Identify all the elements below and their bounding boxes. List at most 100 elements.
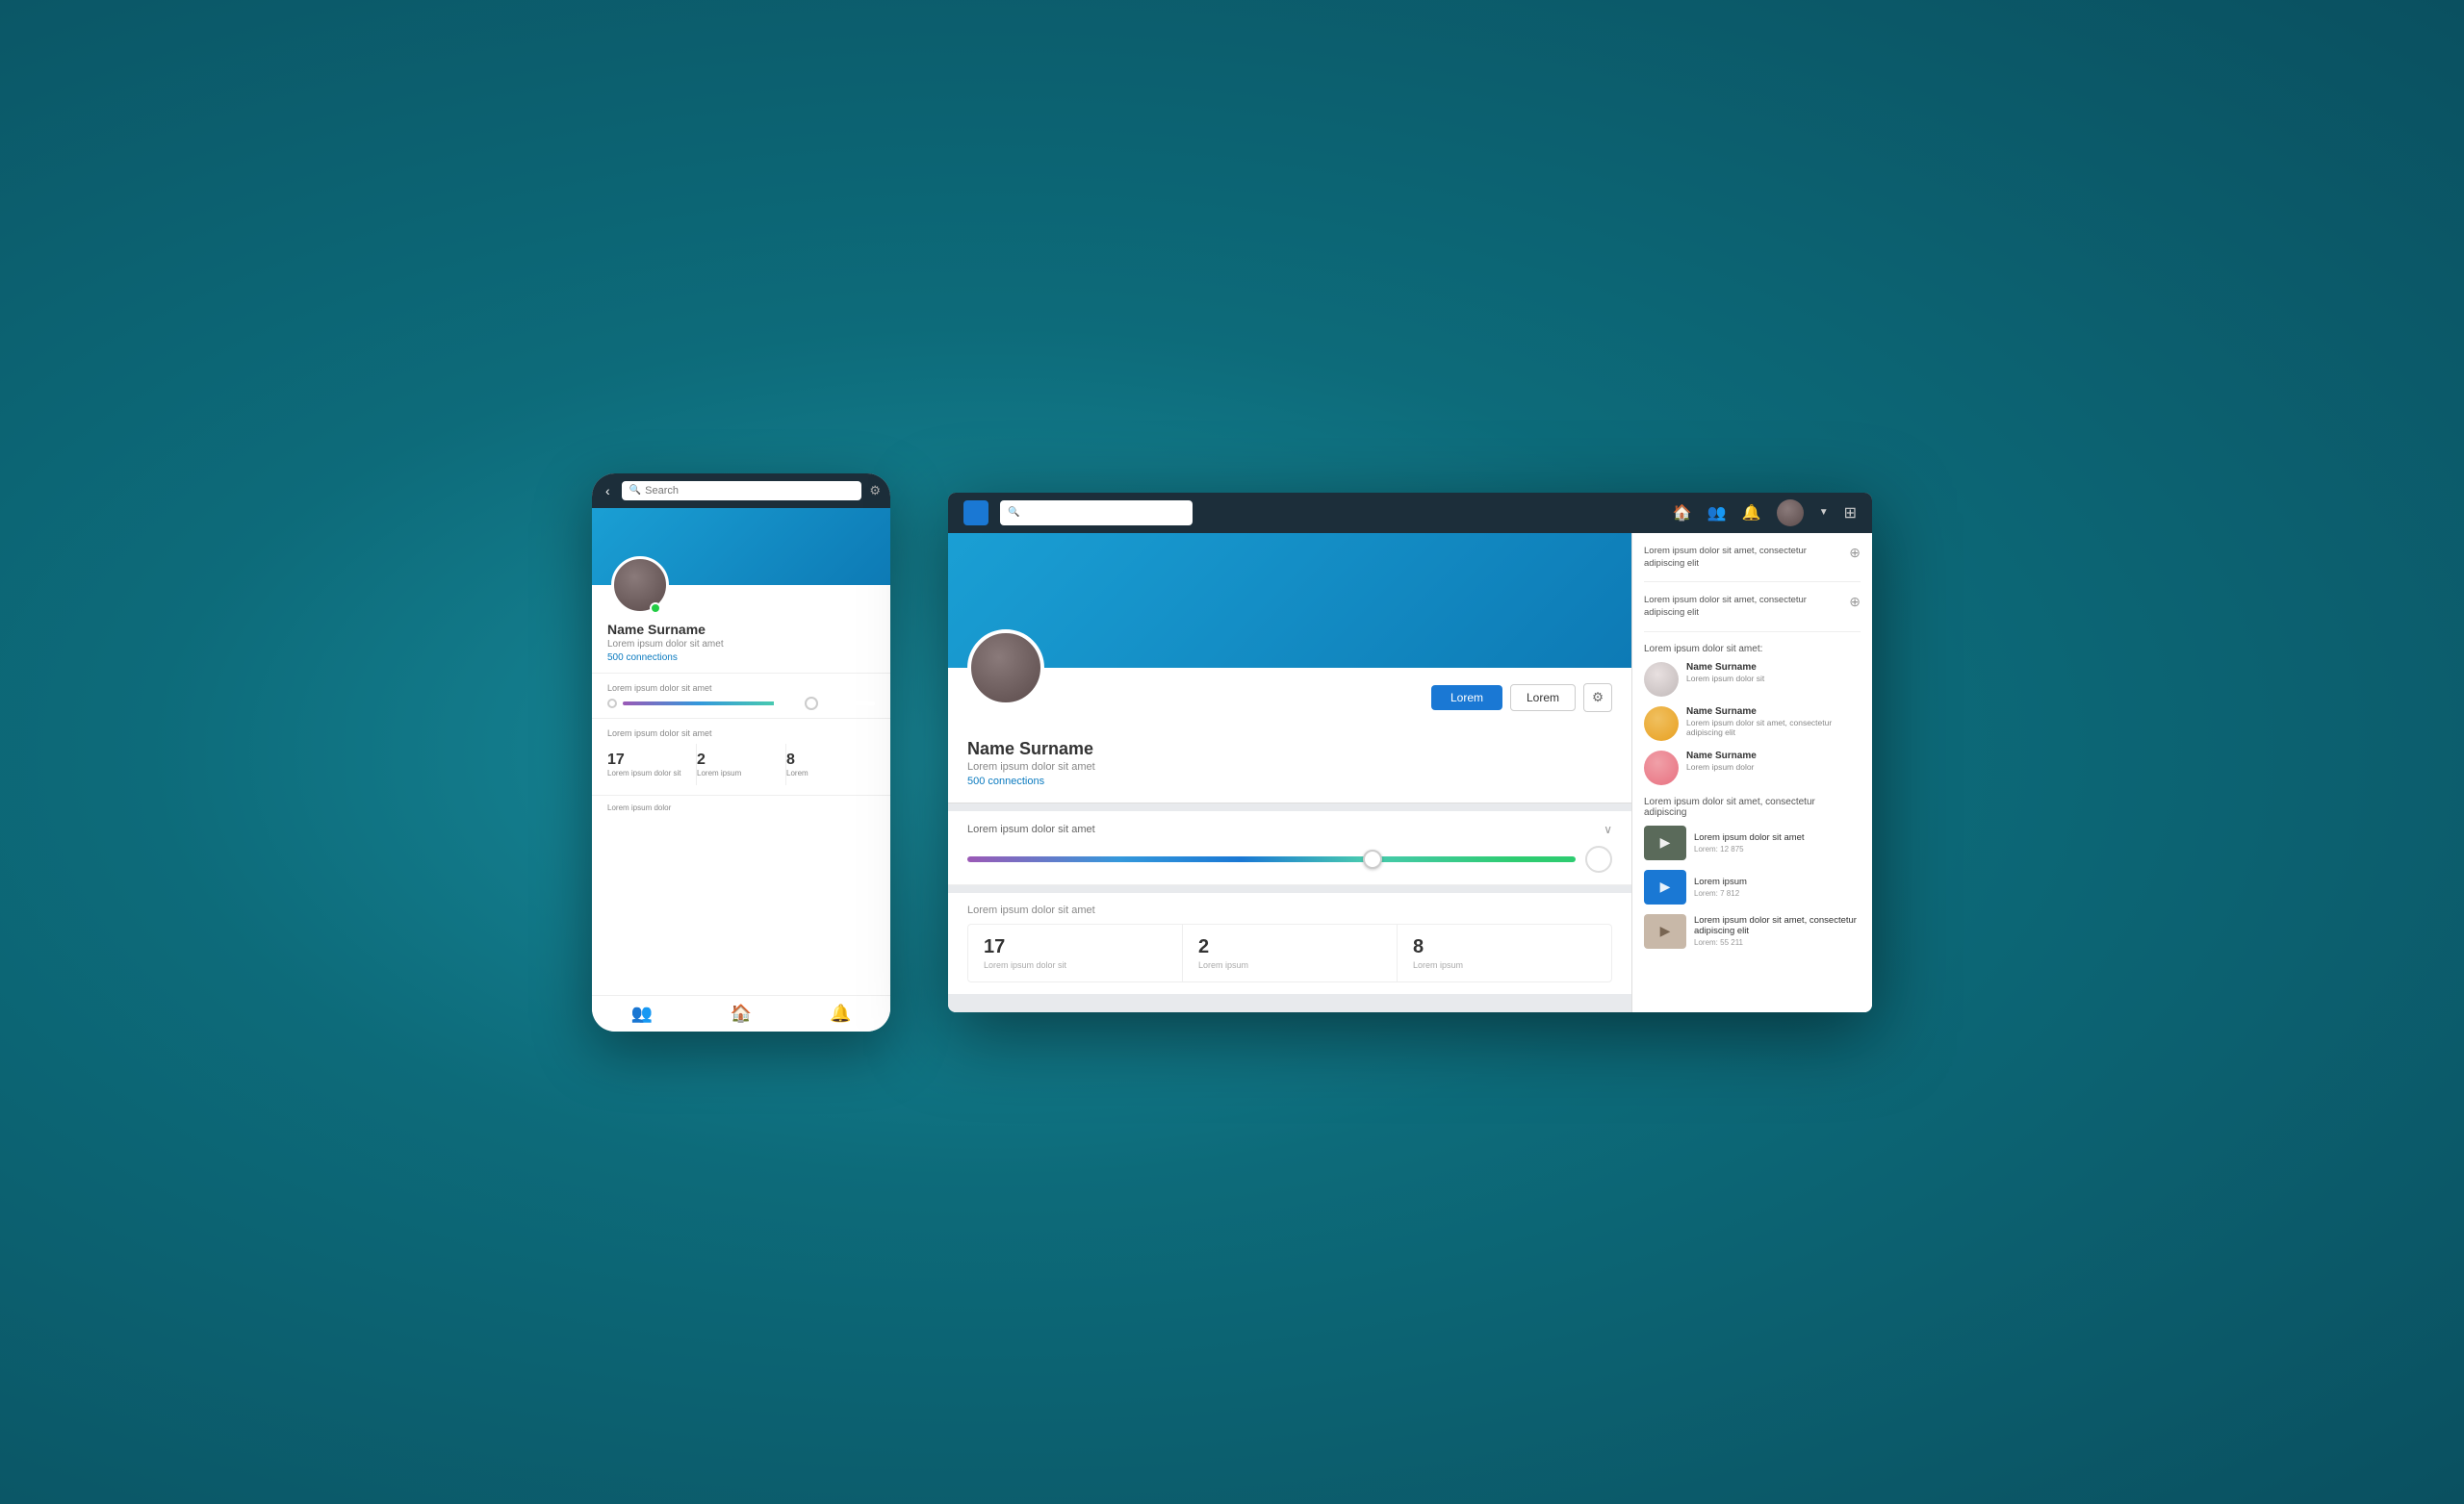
- desktop-stats-label: Lorem ipsum dolor sit amet: [967, 905, 1612, 916]
- browser-avatar-dropdown-icon[interactable]: ▼: [1819, 507, 1829, 518]
- mobile-stat-3-number: 8: [786, 752, 875, 769]
- desktop-btn-primary[interactable]: Lorem: [1431, 685, 1502, 710]
- sidebar-person-2-avatar: [1644, 706, 1679, 741]
- mobile-bottom-nav: 👥 🏠 🔔: [592, 995, 890, 1032]
- browser-topbar: 🔍 🏠 👥 🔔 ▼ ⊞: [948, 493, 1872, 533]
- sidebar-person-3-bio: Lorem ipsum dolor: [1686, 762, 1757, 772]
- sidebar-person-1[interactable]: Name Surname Lorem ipsum dolor sit: [1644, 662, 1861, 697]
- desktop-progress-bar-container: [967, 846, 1612, 873]
- mobile-search-bar[interactable]: 🔍: [622, 481, 862, 500]
- browser-content: Lorem Lorem ⚙ Name Surname Lorem ipsum d…: [948, 533, 1872, 1012]
- browser-people-icon[interactable]: 👥: [1707, 503, 1727, 523]
- desktop-stat-1: 17 Lorem ipsum dolor sit: [968, 925, 1183, 981]
- mobile-slider-section: Lorem ipsum dolor sit amet: [592, 674, 890, 719]
- desktop-stat-1-number: 17: [984, 936, 1167, 958]
- sidebar-person-1-bio: Lorem ipsum dolor sit: [1686, 674, 1764, 683]
- sidebar-video-2-title: Lorem ipsum: [1694, 877, 1747, 887]
- browser-home-icon[interactable]: 🏠: [1673, 503, 1692, 523]
- sidebar-text-2: Lorem ipsum dolor sit amet, consectetur …: [1644, 594, 1841, 620]
- sidebar-video-3[interactable]: ▶ Lorem ipsum dolor sit amet, consectetu…: [1644, 914, 1861, 949]
- mobile-stat-3-label: Lorem: [786, 769, 875, 777]
- sidebar-person-2-name: Name Surname: [1686, 706, 1861, 717]
- mobile-slider-container: [607, 699, 875, 708]
- sidebar-person-2[interactable]: Name Surname Lorem ipsum dolor sit amet,…: [1644, 706, 1861, 741]
- mobile-profile-info: Name Surname Lorem ipsum dolor sit amet …: [592, 622, 890, 674]
- mobile-stat-1-number: 17: [607, 752, 696, 769]
- mobile-slider-start: [607, 699, 617, 708]
- mobile-search-icon: 🔍: [629, 485, 641, 496]
- browser-avatar[interactable]: [1777, 499, 1804, 526]
- sidebar-person-2-bio: Lorem ipsum dolor sit amet, consectetur …: [1686, 718, 1861, 737]
- mobile-stat-1-label: Lorem ipsum dolor sit: [607, 769, 696, 777]
- mobile-nav-home[interactable]: 🏠: [691, 1004, 790, 1024]
- mobile-stats-label: Lorem ipsum dolor sit amet: [607, 728, 875, 738]
- mobile-stat-2: 2 Lorem ipsum: [697, 744, 786, 785]
- browser-grid-icon[interactable]: ⊞: [1844, 503, 1857, 523]
- mobile-cover-photo: [592, 508, 890, 585]
- mobile-gear-icon[interactable]: ⚙: [869, 483, 881, 498]
- sidebar-video-2[interactable]: ▶ Lorem ipsum Lorem: 7 812: [1644, 870, 1861, 905]
- desktop-settings-button[interactable]: ⚙: [1583, 683, 1612, 712]
- mobile-device: ‹ 🔍 ⚙ Name Surname Lorem ipsum dolor sit…: [592, 473, 890, 1032]
- desktop-progress-chevron[interactable]: ∨: [1604, 823, 1612, 836]
- mobile-nav-people[interactable]: 👥: [592, 1004, 691, 1024]
- sidebar-video-3-thumb: ▶: [1644, 914, 1686, 949]
- sidebar-video-3-meta: Lorem: 55 211: [1694, 938, 1861, 947]
- desktop-progress-circle: [1585, 846, 1612, 873]
- browser-logo: [963, 500, 988, 525]
- sidebar-video-2-play-icon: ▶: [1660, 879, 1671, 895]
- mobile-profile-name: Name Surname: [607, 622, 875, 637]
- sidebar-video-3-title: Lorem ipsum dolor sit amet, consectetur …: [1694, 915, 1861, 936]
- browser-search-input[interactable]: [1023, 507, 1185, 519]
- sidebar-video-1-thumb: ▶: [1644, 826, 1686, 860]
- sidebar-person-3[interactable]: Name Surname Lorem ipsum dolor: [1644, 751, 1861, 785]
- mobile-topbar: ‹ 🔍 ⚙: [592, 473, 890, 508]
- browser-nav-icons: 🏠 👥 🔔 ▼ ⊞: [1673, 499, 1857, 526]
- desktop-stat-1-label: Lorem ipsum dolor sit: [984, 960, 1167, 970]
- sidebar-person-2-info: Name Surname Lorem ipsum dolor sit amet,…: [1686, 706, 1861, 737]
- sidebar-person-3-avatar: [1644, 751, 1679, 785]
- mobile-connections-link[interactable]: 500 connections: [607, 652, 875, 663]
- mobile-stat-3: 8 Lorem: [786, 744, 875, 785]
- sidebar-video-1-info: Lorem ipsum dolor sit amet Lorem: 12 875: [1694, 832, 1805, 854]
- sidebar-video-3-play-icon: ▶: [1660, 923, 1671, 939]
- desktop-progress-thumb[interactable]: [1363, 850, 1382, 869]
- desktop-stat-2-number: 2: [1198, 936, 1381, 958]
- mobile-slider-track[interactable]: [623, 701, 875, 705]
- desktop-progress-section: Lorem ipsum dolor sit amet ∨: [948, 811, 1631, 885]
- sidebar-video-1-meta: Lorem: 12 875: [1694, 845, 1805, 854]
- mobile-online-indicator: [650, 602, 661, 614]
- mobile-stat-2-label: Lorem ipsum: [697, 769, 785, 777]
- sidebar-video-2-info: Lorem ipsum Lorem: 7 812: [1694, 877, 1747, 898]
- sidebar-text-1: Lorem ipsum dolor sit amet, consectetur …: [1644, 545, 1841, 571]
- sidebar-video-section-title: Lorem ipsum dolor sit amet, consectetur …: [1644, 797, 1861, 818]
- sidebar-person-1-info: Name Surname Lorem ipsum dolor sit: [1686, 662, 1764, 683]
- sidebar-video-1-title: Lorem ipsum dolor sit amet: [1694, 832, 1805, 843]
- desktop-progress-track[interactable]: [967, 856, 1576, 862]
- sidebar-text-item-2: Lorem ipsum dolor sit amet, consectetur …: [1644, 594, 1861, 632]
- browser-bell-icon[interactable]: 🔔: [1742, 503, 1761, 523]
- desktop-stat-3-label: Lorem ipsum: [1413, 960, 1596, 970]
- mobile-stat-1: 17 Lorem ipsum dolor sit: [607, 744, 697, 785]
- desktop-profile-avatar: [967, 629, 1044, 706]
- mobile-back-button[interactable]: ‹: [602, 481, 614, 500]
- desktop-connections-link[interactable]: 500 connections: [967, 776, 1612, 787]
- sidebar-video-1[interactable]: ▶ Lorem ipsum dolor sit amet Lorem: 12 8…: [1644, 826, 1861, 860]
- desktop-btn-secondary[interactable]: Lorem: [1510, 684, 1576, 711]
- desktop-stat-2-label: Lorem ipsum: [1198, 960, 1381, 970]
- mobile-stat-2-number: 2: [697, 752, 785, 769]
- sidebar-add-icon-2[interactable]: ⊕: [1849, 594, 1861, 610]
- mobile-slider-label: Lorem ipsum dolor sit amet: [607, 683, 875, 693]
- mobile-nav-bell[interactable]: 🔔: [791, 1004, 890, 1024]
- desktop-progress-label: Lorem ipsum dolor sit amet: [967, 824, 1095, 835]
- desktop-profile-name: Name Surname: [967, 739, 1612, 759]
- desktop-profile-details: Name Surname Lorem ipsum dolor sit amet …: [967, 739, 1612, 787]
- mobile-search-input[interactable]: [645, 485, 854, 497]
- sidebar-add-icon-1[interactable]: ⊕: [1849, 545, 1861, 561]
- desktop-progress-header: Lorem ipsum dolor sit amet ∨: [967, 823, 1612, 836]
- mobile-slider-thumb[interactable]: [805, 697, 818, 710]
- browser-search-bar[interactable]: 🔍: [1000, 500, 1193, 525]
- mobile-nav-bell-icon: 🔔: [830, 1004, 851, 1024]
- sidebar-person-1-avatar: [1644, 662, 1679, 697]
- sidebar-person-1-name: Name Surname: [1686, 662, 1764, 673]
